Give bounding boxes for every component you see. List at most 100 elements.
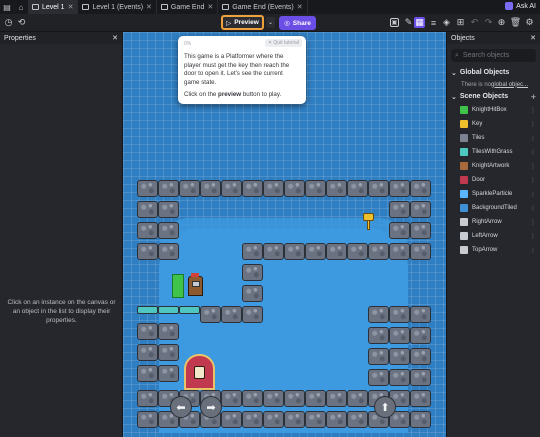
tile-block[interactable] [410, 306, 431, 323]
tile-block[interactable] [347, 243, 368, 260]
tile-block[interactable] [137, 222, 158, 239]
tile-block[interactable] [242, 285, 263, 302]
object-item[interactable]: KnightArtwork ⋮ [447, 159, 540, 173]
tile-block[interactable] [158, 344, 179, 361]
close-icon[interactable]: ✕ [146, 3, 152, 11]
tile-block[interactable] [242, 180, 263, 197]
object-item[interactable]: TilesWithGrass ⋮ [447, 145, 540, 159]
debugger-icon[interactable]: ⟲ [16, 17, 27, 28]
tile-block[interactable] [305, 411, 326, 428]
home-icon[interactable]: ⌂ [14, 0, 28, 14]
objects-panel-icon[interactable]: ▣ [390, 18, 399, 27]
tile-block[interactable] [284, 243, 305, 260]
tile-block[interactable] [368, 348, 389, 365]
tile-block[interactable] [242, 411, 263, 428]
more-options-icon[interactable]: ⋮ [530, 149, 536, 156]
object-item[interactable]: Tiles ⋮ [447, 131, 540, 145]
search-objects-input[interactable]: ⌕ Search objects [451, 49, 536, 62]
door-sprite[interactable] [184, 354, 215, 390]
tile-block[interactable] [305, 390, 326, 407]
global-objects-section[interactable]: ⌄ Global Objects [447, 66, 540, 79]
key-sprite[interactable] [363, 213, 376, 230]
tile-block[interactable] [326, 243, 347, 260]
close-icon[interactable]: ✕ [530, 34, 536, 42]
grass-tile[interactable] [137, 306, 158, 314]
tile-block[interactable] [242, 390, 263, 407]
tile-block[interactable] [347, 180, 368, 197]
share-button[interactable]: ◎ Share [279, 16, 316, 30]
tile-block[interactable] [410, 180, 431, 197]
tile-block[interactable] [410, 243, 431, 260]
tile-block[interactable] [410, 369, 431, 386]
tile-block[interactable] [284, 180, 305, 197]
tile-block[interactable] [263, 243, 284, 260]
more-options-icon[interactable]: ⋮ [530, 219, 536, 226]
more-options-icon[interactable]: ⋮ [530, 163, 536, 170]
tile-block[interactable] [137, 180, 158, 197]
knight-hitbox[interactable] [172, 274, 184, 298]
knight-artwork[interactable] [188, 273, 203, 296]
preview-button[interactable]: ▷ Preview [221, 15, 264, 30]
tile-block[interactable] [158, 243, 179, 260]
object-item[interactable]: TopArrow ⋮ [447, 243, 540, 257]
tile-block[interactable] [242, 243, 263, 260]
object-item[interactable]: KnightHitBox ⋮ [447, 103, 540, 117]
tile-block[interactable] [389, 306, 410, 323]
tile-block[interactable] [389, 243, 410, 260]
more-options-icon[interactable]: ⋮ [530, 191, 536, 198]
quit-tutorial-button[interactable]: ✕ Quit tutorial [264, 39, 302, 47]
tile-block[interactable] [389, 180, 410, 197]
project-manager-icon[interactable]: ▤ [0, 0, 14, 14]
tile-block[interactable] [242, 264, 263, 281]
tab-level-1[interactable]: Level 1 ✕ [28, 0, 79, 14]
tab-game-end[interactable]: Game End ✕ [157, 0, 219, 14]
tile-block[interactable] [368, 327, 389, 344]
tile-block[interactable] [410, 201, 431, 218]
tile-block[interactable] [410, 222, 431, 239]
tile-block[interactable] [263, 180, 284, 197]
grass-tile[interactable] [179, 306, 200, 314]
tile-block[interactable] [263, 411, 284, 428]
tile-block[interactable] [137, 365, 158, 382]
settings-icon[interactable]: ⚙ [524, 17, 535, 28]
close-icon[interactable]: ✕ [112, 34, 118, 42]
grass-tile[interactable] [158, 306, 179, 314]
tile-block[interactable] [200, 180, 221, 197]
right-arrow-button[interactable]: ➡ [200, 396, 222, 418]
more-options-icon[interactable]: ⋮ [530, 177, 536, 184]
undo-icon[interactable]: ↶ [469, 17, 480, 28]
delete-icon[interactable]: 🗑 [510, 17, 521, 28]
tile-block[interactable] [284, 411, 305, 428]
tile-block[interactable] [389, 348, 410, 365]
tile-block[interactable] [326, 180, 347, 197]
tile-block[interactable] [368, 180, 389, 197]
tile-block[interactable] [410, 411, 431, 428]
close-icon[interactable]: ✕ [297, 3, 303, 11]
object-item[interactable]: Door ⋮ [447, 173, 540, 187]
tile-block[interactable] [242, 306, 263, 323]
tile-block[interactable] [137, 411, 158, 428]
history-icon[interactable]: ◷ [3, 17, 14, 28]
tile-block[interactable] [368, 369, 389, 386]
tile-block[interactable] [410, 348, 431, 365]
tile-block[interactable] [347, 390, 368, 407]
tile-block[interactable] [326, 411, 347, 428]
tile-block[interactable] [221, 390, 242, 407]
tile-block[interactable] [263, 390, 284, 407]
grid-icon[interactable]: ⊞ [455, 17, 466, 28]
tab-level-1-events[interactable]: Level 1 (Events) ✕ [78, 0, 157, 14]
preview-options-chevron-icon[interactable]: ⌄ [266, 17, 275, 28]
ask-ai-button[interactable]: Ask AI [505, 2, 536, 10]
instances-list-icon[interactable]: ▦ [414, 17, 425, 28]
tile-block[interactable] [158, 222, 179, 239]
tile-block[interactable] [137, 390, 158, 407]
redo-icon[interactable]: ↷ [483, 17, 494, 28]
object-item[interactable]: RightArrow ⋮ [447, 215, 540, 229]
more-options-icon[interactable]: ⋮ [530, 233, 536, 240]
tile-block[interactable] [137, 201, 158, 218]
tile-block[interactable] [347, 411, 368, 428]
scene-objects-section[interactable]: ⌄ Scene Objects + [447, 90, 540, 103]
layers-icon[interactable]: ≡ [428, 17, 439, 28]
tab-game-end-events[interactable]: Game End (Events) ✕ [218, 0, 308, 14]
tile-block[interactable] [326, 390, 347, 407]
